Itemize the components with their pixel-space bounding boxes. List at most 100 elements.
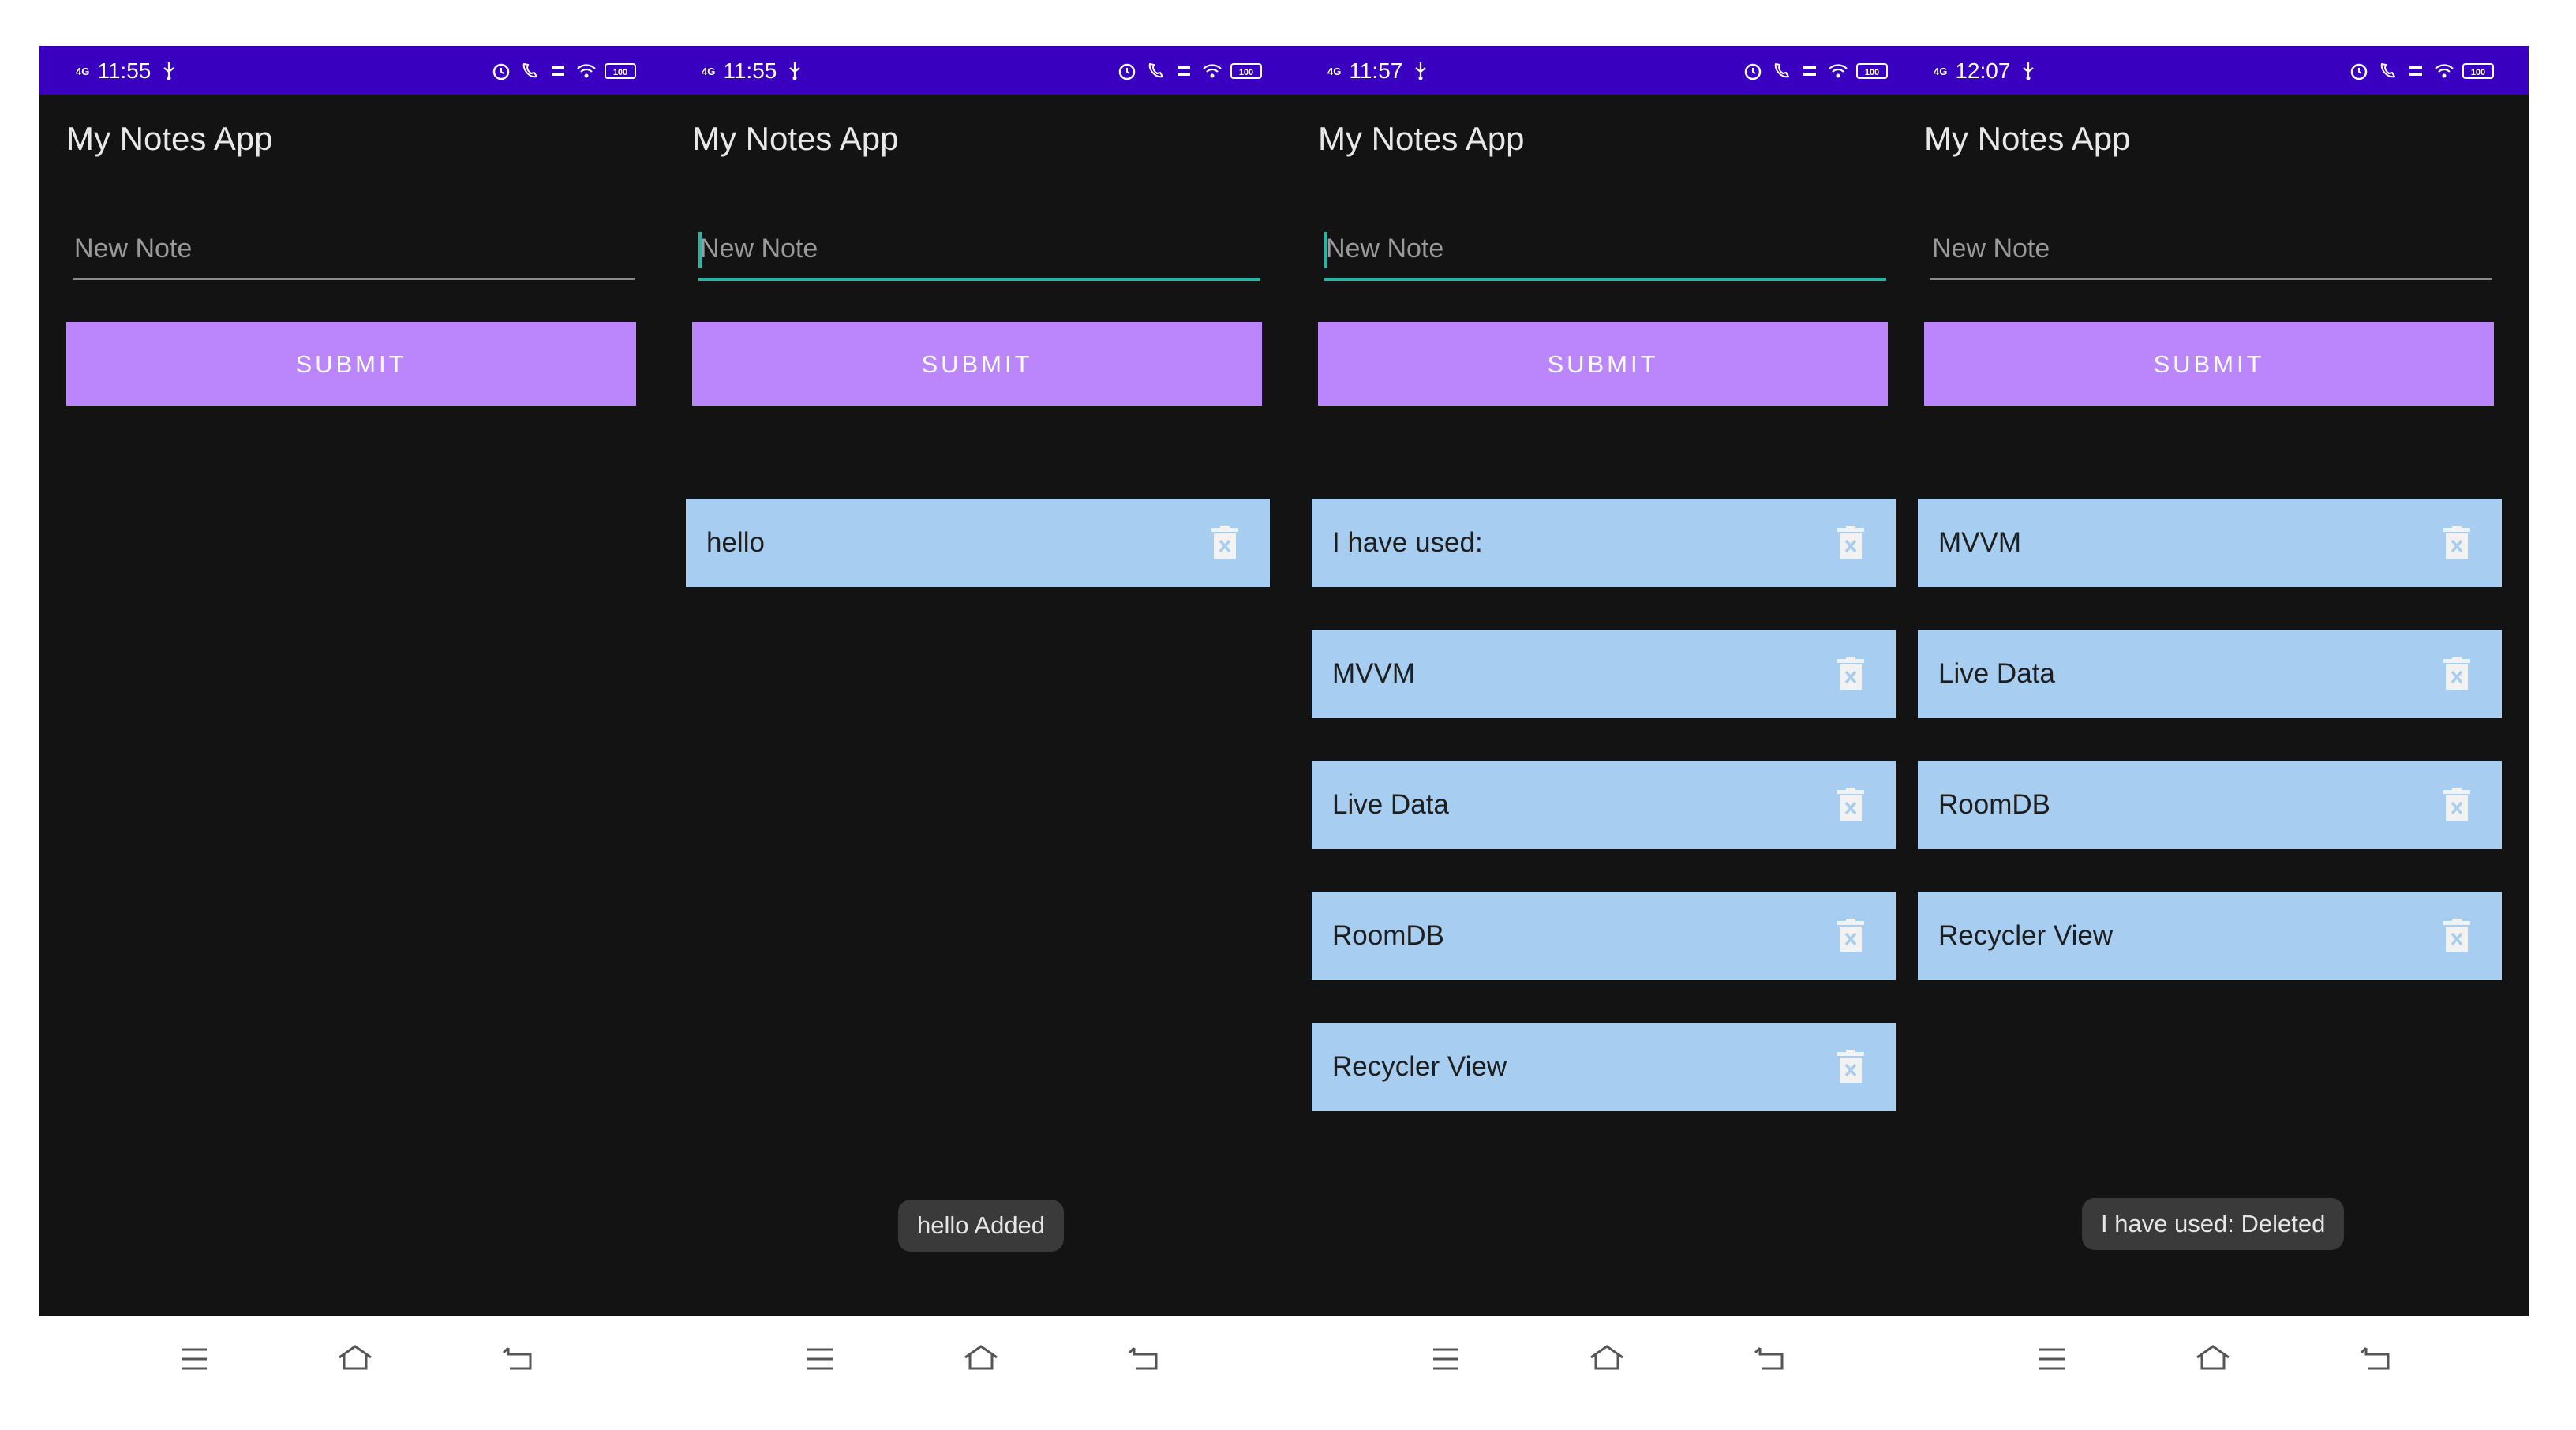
- trash-icon[interactable]: [1837, 1050, 1864, 1083]
- app-screen: 4G 11:55 100 My Notes App New Note SUBMI…: [665, 46, 1297, 1316]
- wifi-icon: [2434, 61, 2454, 81]
- alarm-icon: [1117, 61, 1137, 81]
- app-screen: 4G 11:55 100 My Notes App New Note SUBMI…: [39, 46, 671, 1316]
- back-icon[interactable]: [1126, 1340, 1164, 1378]
- note-item[interactable]: Live Data: [1312, 761, 1896, 849]
- app-title: My Notes App: [1318, 120, 1525, 157]
- submit-button[interactable]: SUBMIT: [1924, 322, 2494, 406]
- phone-screen-3: 4G 11:57 100 My Notes App New Note SUBMI…: [1291, 0, 1923, 1430]
- usb-icon: [159, 61, 179, 81]
- new-note-input[interactable]: New Note: [1324, 226, 1886, 281]
- trash-icon[interactable]: [2443, 657, 2470, 690]
- submit-button[interactable]: SUBMIT: [66, 322, 636, 406]
- note-item[interactable]: RoomDB: [1312, 892, 1896, 980]
- status-bar: 4G 11:57 100: [1291, 46, 1923, 95]
- trash-icon[interactable]: [1837, 788, 1864, 821]
- home-icon[interactable]: [336, 1340, 374, 1378]
- submit-button[interactable]: SUBMIT: [1318, 322, 1888, 406]
- battery-indicator: 100: [1856, 63, 1888, 79]
- phone-screen-4: 4G 12:07 100 My Notes App New Note SUBMI…: [1897, 0, 2529, 1430]
- note-text: MVVM: [1332, 658, 1415, 689]
- note-text: I have used:: [1332, 527, 1483, 558]
- usb-icon: [2018, 61, 2039, 81]
- battery-indicator: 100: [605, 63, 636, 79]
- app-title: My Notes App: [66, 120, 273, 157]
- call-icon: [2377, 61, 2398, 81]
- new-note-placeholder: New Note: [700, 234, 818, 264]
- note-item[interactable]: MVVM: [1312, 630, 1896, 718]
- trash-icon[interactable]: [2443, 919, 2470, 952]
- wifi-icon: [1202, 61, 1222, 81]
- note-item[interactable]: hello: [686, 499, 1270, 587]
- trash-icon[interactable]: [1837, 657, 1864, 690]
- nav-bar: [1897, 1318, 2529, 1397]
- home-icon[interactable]: [1588, 1340, 1626, 1378]
- status-time: 11:55: [723, 58, 777, 83]
- note-text: Live Data: [1332, 789, 1449, 820]
- note-text: MVVM: [1938, 527, 2021, 558]
- trash-icon[interactable]: [2443, 526, 2470, 559]
- note-text: RoomDB: [1938, 789, 2050, 820]
- data-speed-icon: [1174, 61, 1194, 81]
- home-icon[interactable]: [2194, 1340, 2232, 1378]
- note-item[interactable]: MVVM: [1918, 499, 2502, 587]
- phone-screen-1: 4G 11:55 100 My Notes App New Note SUBMI…: [39, 0, 671, 1430]
- new-note-input[interactable]: New Note: [73, 226, 635, 280]
- call-icon: [1145, 61, 1166, 81]
- data-speed-icon: [548, 61, 568, 81]
- alarm-icon: [1743, 61, 1763, 81]
- app-screen: 4G 12:07 100 My Notes App New Note SUBMI…: [1897, 46, 2529, 1316]
- status-bar: 4G 12:07 100: [1897, 46, 2529, 95]
- data-speed-icon: [2406, 61, 2426, 81]
- status-time: 11:57: [1349, 58, 1403, 83]
- submit-button[interactable]: SUBMIT: [692, 322, 1262, 406]
- back-icon[interactable]: [1752, 1340, 1790, 1378]
- note-text: hello: [706, 527, 765, 558]
- app-title: My Notes App: [1924, 120, 2131, 157]
- new-note-placeholder: New Note: [74, 234, 193, 264]
- signal-indicator: 4G: [1934, 65, 1948, 77]
- battery-indicator: 100: [1230, 63, 1262, 79]
- signal-indicator: 4G: [702, 65, 716, 77]
- note-item[interactable]: RoomDB: [1918, 761, 2502, 849]
- note-item[interactable]: Recycler View: [1312, 1023, 1896, 1111]
- battery-indicator: 100: [2462, 63, 2494, 79]
- new-note-input[interactable]: New Note: [1930, 226, 2492, 280]
- signal-indicator: 4G: [76, 65, 90, 77]
- trash-icon[interactable]: [2443, 788, 2470, 821]
- back-icon[interactable]: [500, 1340, 538, 1378]
- menu-icon[interactable]: [801, 1340, 839, 1378]
- alarm-icon: [491, 61, 511, 81]
- status-time: 11:55: [97, 58, 152, 83]
- menu-icon[interactable]: [175, 1340, 213, 1378]
- back-icon[interactable]: [2358, 1340, 2396, 1378]
- new-note-placeholder: New Note: [1932, 234, 2050, 264]
- data-speed-icon: [1799, 61, 1820, 81]
- home-icon[interactable]: [962, 1340, 1000, 1378]
- trash-icon[interactable]: [1211, 526, 1238, 559]
- new-note-placeholder: New Note: [1326, 234, 1444, 264]
- trash-icon[interactable]: [1837, 526, 1864, 559]
- call-icon: [519, 61, 540, 81]
- nav-bar: [665, 1318, 1297, 1397]
- note-item[interactable]: Recycler View: [1918, 892, 2502, 980]
- app-title: My Notes App: [692, 120, 899, 157]
- phone-screen-2: 4G 11:55 100 My Notes App New Note SUBMI…: [665, 0, 1297, 1430]
- trash-icon[interactable]: [1837, 919, 1864, 952]
- nav-bar: [1291, 1318, 1923, 1397]
- wifi-icon: [1828, 61, 1848, 81]
- menu-icon[interactable]: [1427, 1340, 1465, 1378]
- toast-message: hello Added: [898, 1200, 1065, 1252]
- note-text: RoomDB: [1332, 920, 1444, 951]
- note-text: Recycler View: [1332, 1051, 1507, 1082]
- new-note-input[interactable]: New Note: [698, 226, 1260, 281]
- status-bar: 4G 11:55 100: [39, 46, 671, 95]
- usb-icon: [784, 61, 805, 81]
- note-item[interactable]: I have used:: [1312, 499, 1896, 587]
- note-text: Recycler View: [1938, 920, 2114, 951]
- signal-indicator: 4G: [1327, 65, 1342, 77]
- note-item[interactable]: Live Data: [1918, 630, 2502, 718]
- menu-icon[interactable]: [2033, 1340, 2071, 1378]
- status-time: 12:07: [1955, 58, 2011, 83]
- toast-message: I have used: Deleted: [2082, 1198, 2345, 1250]
